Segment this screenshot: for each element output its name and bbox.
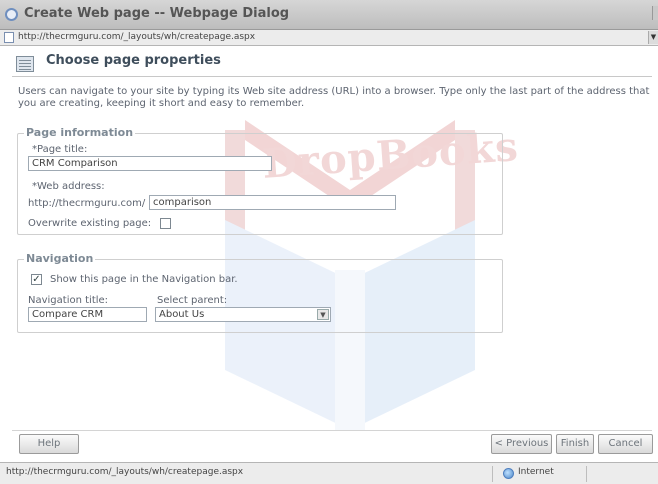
overwrite-checkbox[interactable] [160, 218, 171, 229]
chevron-down-icon[interactable]: ▼ [648, 31, 658, 44]
status-url: http://thecrmguru.com/_layouts/wh/create… [6, 467, 244, 477]
navigation-group: Navigation ✓ Show this page in the Navig… [17, 252, 503, 333]
url-prefix-label: http://thecrmguru.com/ [28, 198, 146, 209]
show-in-navigation-checkbox[interactable]: ✓ [31, 274, 42, 285]
web-address-label: *Web address: [32, 181, 105, 192]
finish-button[interactable]: Finish [556, 434, 594, 454]
overwrite-label: Overwrite existing page: [28, 218, 152, 229]
status-divider [492, 466, 493, 482]
select-parent-value: About Us [159, 309, 205, 320]
intro-text: Users can navigate to your site by typin… [18, 86, 650, 109]
window-control-button[interactable] [652, 6, 658, 20]
dialog-title: Create Web page -- Webpage Dialog [24, 6, 290, 21]
status-divider [586, 466, 587, 482]
page-icon [4, 32, 14, 43]
select-parent-dropdown[interactable]: About Us ▼ [155, 307, 331, 322]
chevron-down-icon[interactable]: ▼ [317, 309, 329, 320]
page-information-legend: Page information [24, 126, 136, 139]
previous-button[interactable]: < Previous [491, 434, 552, 454]
help-button[interactable]: Help [19, 434, 79, 454]
security-zone-label: Internet [518, 467, 554, 477]
page-information-group: Page information *Page title: CRM Compar… [17, 126, 503, 235]
navigation-title-input[interactable]: Compare CRM [28, 307, 147, 322]
globe-icon [503, 468, 514, 479]
dialog-title-bar[interactable]: Create Web page -- Webpage Dialog [0, 0, 658, 30]
internet-explorer-icon [5, 8, 18, 21]
navigation-title-label: Navigation title: [28, 295, 109, 306]
address-url: http://thecrmguru.com/_layouts/wh/create… [18, 32, 256, 42]
show-in-navigation-label: Show this page in the Navigation bar. [50, 274, 238, 285]
address-bar: http://thecrmguru.com/_layouts/wh/create… [0, 30, 658, 46]
page-title: Choose page properties [46, 53, 221, 68]
page-title-input[interactable]: CRM Comparison [28, 156, 272, 171]
status-bar: http://thecrmguru.com/_layouts/wh/create… [0, 462, 658, 484]
web-address-input[interactable]: comparison [149, 195, 396, 210]
cancel-button[interactable]: Cancel [598, 434, 653, 454]
footer-divider [12, 430, 652, 431]
page-properties-icon [16, 56, 34, 72]
navigation-legend: Navigation [24, 252, 96, 265]
header-divider [12, 76, 652, 77]
page-title-label: *Page title: [32, 144, 88, 155]
select-parent-label: Select parent: [157, 295, 228, 306]
